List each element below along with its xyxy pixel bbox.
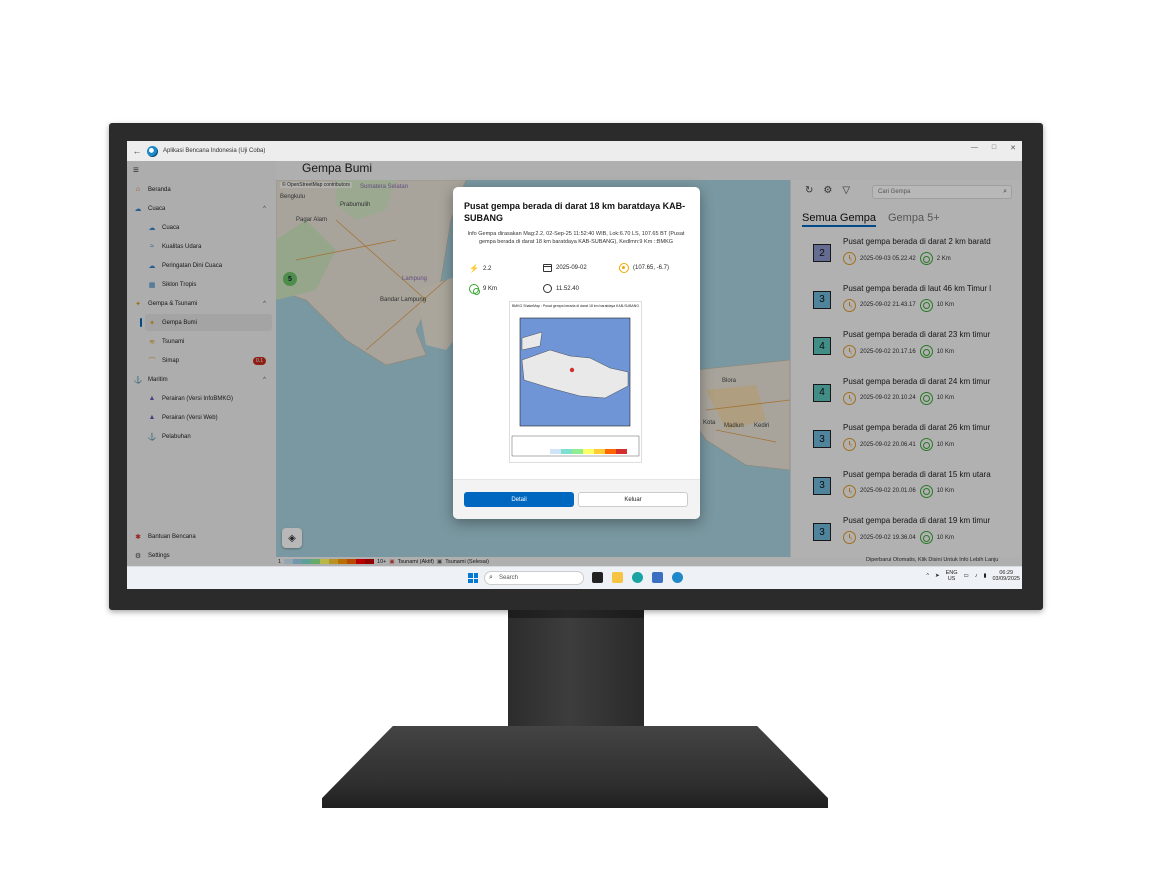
- dialog-info-text: Info Gempa dirasakan Mag:2.2, 02-Sep-25 …: [467, 231, 685, 245]
- depth-value: 9 Km: [483, 286, 498, 292]
- depth-field: 9 Km: [469, 284, 498, 295]
- shakemap-map-graphic: [511, 317, 640, 457]
- store-icon[interactable]: [652, 572, 663, 583]
- time-value: 11.52.40: [556, 285, 579, 292]
- dialog-footer: Detail Keluar: [453, 479, 700, 519]
- taskbar-search-placeholder: Search: [499, 575, 519, 581]
- seismograph-icon: ⚡: [469, 264, 479, 273]
- monitor-stand-neck: [508, 610, 644, 728]
- location-arrow-icon: ➤: [934, 573, 940, 579]
- date-value: 2025-09-02: [556, 265, 587, 271]
- back-arrow-icon[interactable]: ←: [127, 146, 147, 156]
- detail-button[interactable]: Detail: [464, 492, 574, 507]
- time-field: 11.52.40: [543, 284, 579, 293]
- screen: ← Aplikasi Bencana Indonesia (Uji Coba) …: [127, 141, 1022, 589]
- clock-icon: [543, 284, 552, 293]
- monitor-stand-base: [322, 726, 828, 808]
- search-icon: ⌕: [489, 574, 493, 581]
- title-bar: ← Aplikasi Bencana Indonesia (Uji Coba) …: [127, 141, 1022, 161]
- close-button[interactable]: ✕: [1010, 144, 1016, 152]
- task-view-icon[interactable]: [592, 572, 603, 583]
- display-icon[interactable]: ▭: [963, 573, 968, 579]
- minimize-button[interactable]: —: [971, 144, 978, 152]
- maximize-button[interactable]: □: [992, 144, 996, 152]
- language-indicator[interactable]: ENG US: [946, 570, 958, 582]
- language-region: US: [947, 576, 956, 582]
- shakemap-image: BMKG ShakeMap : Pusat gempa berada di da…: [509, 301, 642, 463]
- clock-date: 03/09/2025: [992, 576, 1020, 582]
- calendar-icon: [543, 264, 552, 272]
- taskbar: ⌕ Search ^ ➤ ENG US ▭ ♪ ▮ 06:29 03/09/20…: [127, 566, 1022, 589]
- taskbar-search[interactable]: ⌕ Search: [484, 571, 584, 585]
- magnitude-field: ⚡ 2.2: [469, 264, 491, 273]
- magnitude-value: 2.2: [482, 265, 492, 272]
- windows-start-icon[interactable]: [468, 573, 478, 583]
- chevron-up-icon[interactable]: ^: [926, 573, 929, 579]
- location-icon: [619, 263, 629, 273]
- earthquake-detail-dialog: Pusat gempa berada di darat 18 km baratd…: [453, 187, 700, 519]
- volume-icon[interactable]: ♪: [975, 573, 978, 579]
- app-logo-icon: [147, 145, 158, 157]
- battery-icon[interactable]: ▮: [983, 573, 986, 579]
- edge-browser-icon[interactable]: [632, 572, 643, 583]
- coordinates-value: (107.65, -6.7): [633, 265, 670, 271]
- system-tray: ^ ➤ ENG US ▭ ♪ ▮ 06:29 03/09/2025: [926, 570, 1020, 582]
- window-title: Aplikasi Bencana Indonesia (Uji Coba): [163, 148, 266, 154]
- keluar-button[interactable]: Keluar: [578, 492, 688, 507]
- dialog-title: Pusat gempa berada di darat 18 km baratd…: [464, 201, 686, 223]
- date-field: 2025-09-02: [543, 264, 587, 272]
- file-explorer-icon[interactable]: [612, 572, 623, 583]
- disaster-app-icon[interactable]: [672, 572, 683, 583]
- coordinates-field: (107.65, -6.7): [619, 263, 669, 273]
- depth-icon: [469, 284, 480, 295]
- taskbar-clock[interactable]: 06:29 03/09/2025: [992, 570, 1020, 582]
